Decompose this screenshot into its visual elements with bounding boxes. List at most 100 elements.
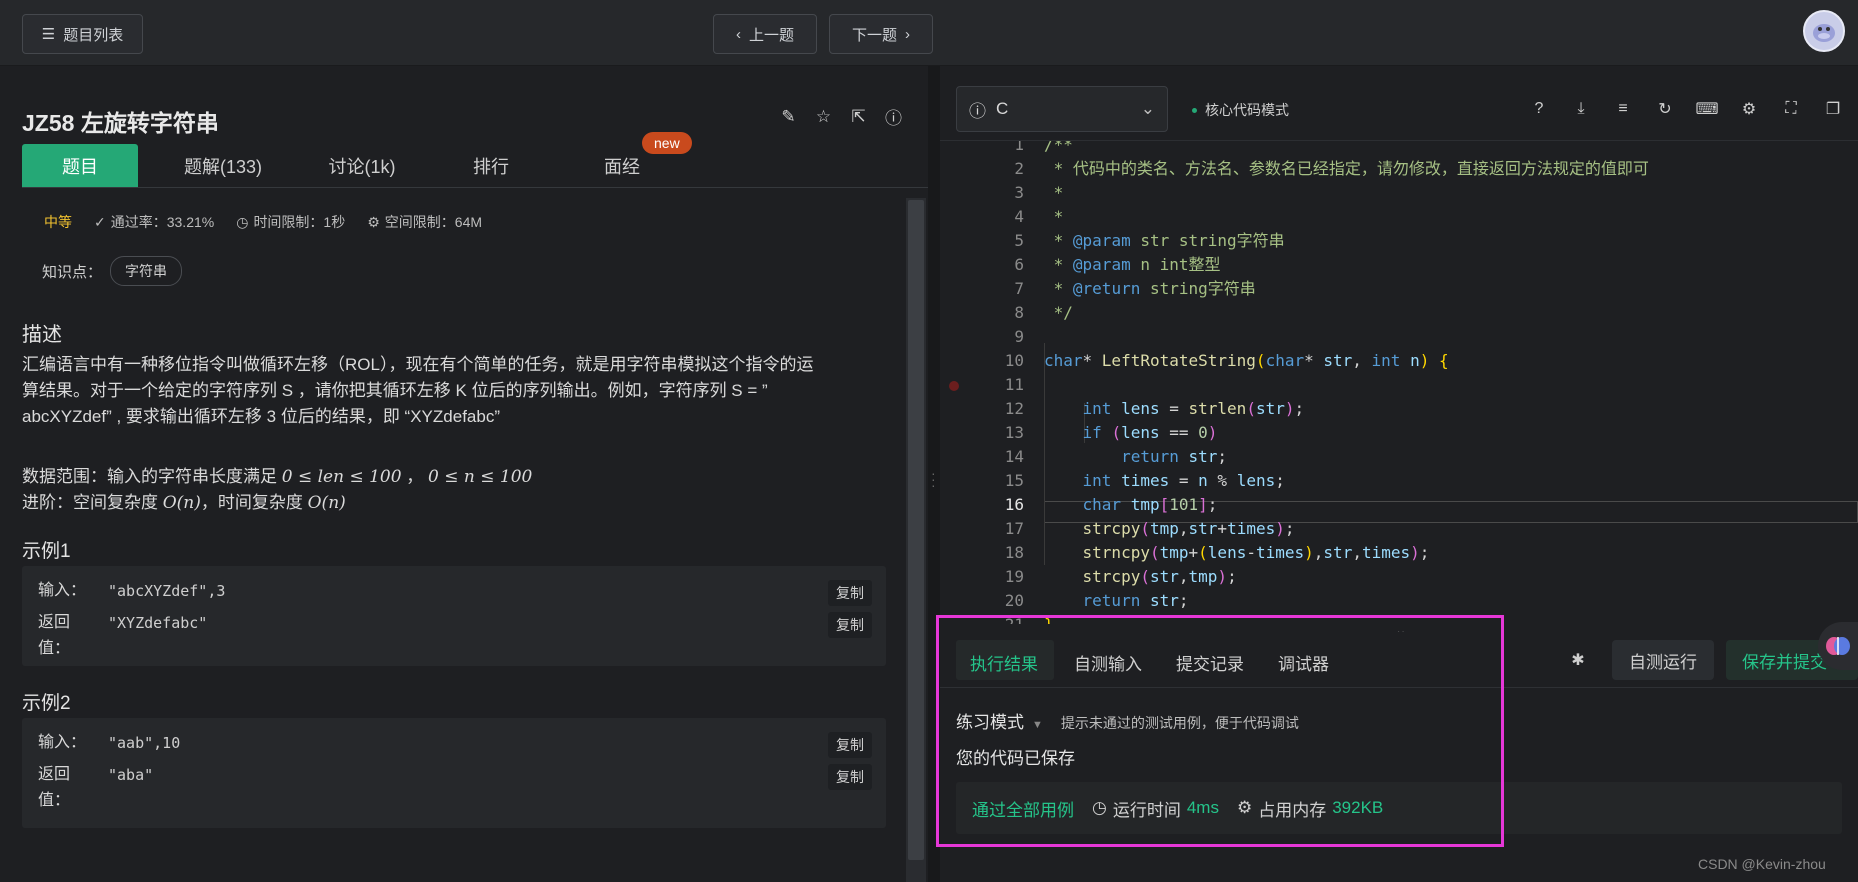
tab-discussion[interactable]: 讨论(1k) xyxy=(302,144,422,187)
memory-stat: ⚙ 占用内存 392KB xyxy=(1237,796,1383,821)
edit-icon[interactable]: ✎ xyxy=(778,106,799,127)
space-limit: ⚙ 空间限制：64M xyxy=(367,212,482,232)
description-line: 汇编语言中有一种移位指令叫做循环左移（ROL），现在有个简单的任务，就是用字符串… xyxy=(22,355,814,374)
scrollbar-thumb[interactable] xyxy=(908,200,924,860)
tab-debugger[interactable]: 调试器 xyxy=(1278,650,1329,675)
knowledge-label: 知识点： xyxy=(42,263,103,281)
clock-icon: ◷ xyxy=(1092,798,1107,817)
space-limit-text: 空间限制：64M xyxy=(384,214,483,230)
result-panel: 执行结果 自测输入 提交记录 调试器 ✱ 自测运行 保存并提交 练习模式 ▼ 提… xyxy=(940,632,1858,882)
example1-box: 输入： "abcXYZdef",3 复制 返回 值： "XYZdefabc" 复制 xyxy=(22,566,886,666)
problem-title: JZ58 左旋转字符串 xyxy=(22,110,219,136)
tab-execution-result[interactable]: 执行结果 xyxy=(970,650,1038,675)
bug-icon: ✱ xyxy=(1571,652,1585,669)
code-line: 3 * xyxy=(1014,183,1064,202)
chevron-right-icon: › xyxy=(905,25,910,43)
caret-down-icon[interactable]: ▼ xyxy=(1032,719,1043,731)
code-panel: ⓘ C ⌄ 核心代码模式 ? ⤓ ≡ ↻ ⌨ ⚙ ⛶ ❐ 1/** 2 * 代码… xyxy=(940,66,1858,882)
example1-output: "XYZdefabc" xyxy=(108,614,208,632)
mode-label: 核心代码模式 xyxy=(1205,102,1289,118)
description-line: abcXYZdef” , 要求输出循环左移 3 位后的结果，即 “XYZdefa… xyxy=(22,407,500,426)
example2-input-label: 输入： xyxy=(38,734,87,751)
copy-button[interactable]: 复制 xyxy=(828,580,872,606)
code-line: 5 * @param str string字符串 xyxy=(1014,231,1285,250)
knowledge-points: 知识点： 字符串 xyxy=(42,256,183,286)
user-avatar[interactable] xyxy=(1803,10,1845,52)
settings-icon[interactable]: ⚙ xyxy=(1738,98,1760,120)
share-icon[interactable]: ⇱ xyxy=(848,106,869,127)
output-label-line: 返回 xyxy=(38,766,71,783)
copy-button[interactable]: 复制 xyxy=(828,764,872,790)
prev-problem-label: 上一题 xyxy=(748,26,794,44)
memory-label: 占用内存 xyxy=(1258,800,1327,820)
output-label-line: 值： xyxy=(38,640,71,657)
code-line: 6 * @param n int整型 xyxy=(1014,255,1221,274)
problem-meta: 中等 ✓ 通过率：33.21% ◷ 时间限制：1秒 ⚙ 空间限制：64M xyxy=(44,212,482,232)
code-editor[interactable]: 1/** 2 * 代码中的类名、方法名、参数名已经指定，请勿修改，直接返回方法规… xyxy=(940,140,1858,624)
download-icon[interactable]: ⤓ xyxy=(1570,98,1592,120)
example2-output-label: 返回值： xyxy=(38,762,98,814)
example1-heading: 示例1 xyxy=(22,541,71,562)
range-separator: ， xyxy=(401,467,429,486)
pass-all-label: 通过全部用例 xyxy=(972,800,1074,820)
range-math-n: 0 ≤ n ≤ 100 xyxy=(428,467,533,487)
tab-problem[interactable]: 题目 xyxy=(22,144,138,187)
language-value: C xyxy=(996,99,1009,118)
next-problem-label: 下一题 xyxy=(851,26,897,44)
code-line: 2 * 代码中的类名、方法名、参数名已经指定，请勿修改，直接返回方法规定的值即可 xyxy=(1014,159,1649,178)
info-icon[interactable]: ⓘ xyxy=(883,106,904,128)
example2-output: "aba" xyxy=(108,766,154,784)
result-tabs: 执行结果 自测输入 提交记录 调试器 ✱ 自测运行 保存并提交 xyxy=(940,632,1858,688)
problem-list-button[interactable]: ☰ 题目列表 xyxy=(22,14,143,54)
debug-button[interactable]: ✱ xyxy=(1558,640,1598,680)
keyboard-icon[interactable]: ⌨ xyxy=(1695,98,1718,120)
data-range-label: 数据范围：输入的字符串长度满足 xyxy=(22,467,282,486)
example1-input-label: 输入： xyxy=(38,582,87,599)
copy-button[interactable]: 复制 xyxy=(828,612,872,638)
format-icon[interactable]: ≡ xyxy=(1612,98,1634,120)
tab-self-test-input[interactable]: 自测输入 xyxy=(1074,650,1142,675)
watermark: CSDN @Kevin-zhou xyxy=(1698,856,1826,872)
description-line: 算结果。对于一个给定的字符序列 S ，请你把其循环左移 K 位后的序列输出。例如… xyxy=(22,381,768,400)
new-badge: new xyxy=(642,132,692,154)
tab-ranking[interactable]: 排行 xyxy=(436,144,546,187)
help-icon[interactable]: ? xyxy=(1528,98,1550,120)
language-select[interactable]: ⓘ C ⌄ xyxy=(956,86,1168,132)
resize-handle-icon[interactable]: · · · xyxy=(931,466,936,492)
editor-toolbar: ⓘ C ⌄ 核心代码模式 ? ⤓ ≡ ↻ ⌨ ⚙ ⛶ ❐ xyxy=(940,66,1858,140)
code-line: 20 return str; xyxy=(1004,591,1189,610)
output-label-line: 返回 xyxy=(38,614,71,631)
ai-assistant-button[interactable] xyxy=(1818,622,1858,670)
practice-mode-select[interactable]: 练习模式 xyxy=(956,708,1024,733)
tab-submission-history[interactable]: 提交记录 xyxy=(1176,650,1244,675)
output-label-line: 值： xyxy=(38,792,71,809)
code-line: 10 char* LeftRotateString(char* str, int … xyxy=(1004,351,1449,370)
fullscreen-icon[interactable]: ⛶ xyxy=(1780,98,1802,120)
pass-rate: ✓ 通过率：33.21% xyxy=(94,212,214,232)
list-icon: ☰ xyxy=(41,26,56,43)
code-line: 12 int lens = strlen(str); xyxy=(1004,399,1305,418)
description-heading: 描述 xyxy=(22,324,62,346)
knowledge-tag[interactable]: 字符串 xyxy=(110,256,183,286)
popout-icon[interactable]: ❐ xyxy=(1822,98,1844,120)
next-problem-button[interactable]: 下一题 › xyxy=(829,14,933,54)
code-line: 19 strcpy(str,tmp); xyxy=(1004,567,1237,586)
runtime-label: 运行时间 xyxy=(1112,800,1181,820)
code-line: 1/** xyxy=(1014,140,1073,154)
tab-solutions[interactable]: 题解(133) xyxy=(158,144,288,187)
reset-icon[interactable]: ↻ xyxy=(1654,98,1676,120)
code-line: 14 return str; xyxy=(1004,447,1228,466)
star-icon[interactable]: ☆ xyxy=(813,106,834,127)
result-summary: 通过全部用例 ◷ 运行时间 4ms ⚙ 占用内存 392KB xyxy=(956,782,1842,834)
pass-rate-text: 通过率：33.21% xyxy=(110,214,215,230)
copy-button[interactable]: 复制 xyxy=(828,732,872,758)
self-run-button[interactable]: 自测运行 xyxy=(1612,640,1714,680)
chip-icon: ⚙ xyxy=(1236,798,1253,817)
prev-problem-button[interactable]: ‹ 上一题 xyxy=(713,14,817,54)
time-limit: ◷ 时间限制：1秒 xyxy=(236,212,345,232)
example2-input: "aab",10 xyxy=(108,734,181,752)
hippo-avatar-icon xyxy=(1813,24,1835,42)
space-complexity: O(n) xyxy=(162,493,201,513)
practice-mode: 练习模式 ▼ 提示未通过的测试用例，便于代码调试 xyxy=(956,708,1299,733)
code-mode: 核心代码模式 xyxy=(1192,100,1289,120)
